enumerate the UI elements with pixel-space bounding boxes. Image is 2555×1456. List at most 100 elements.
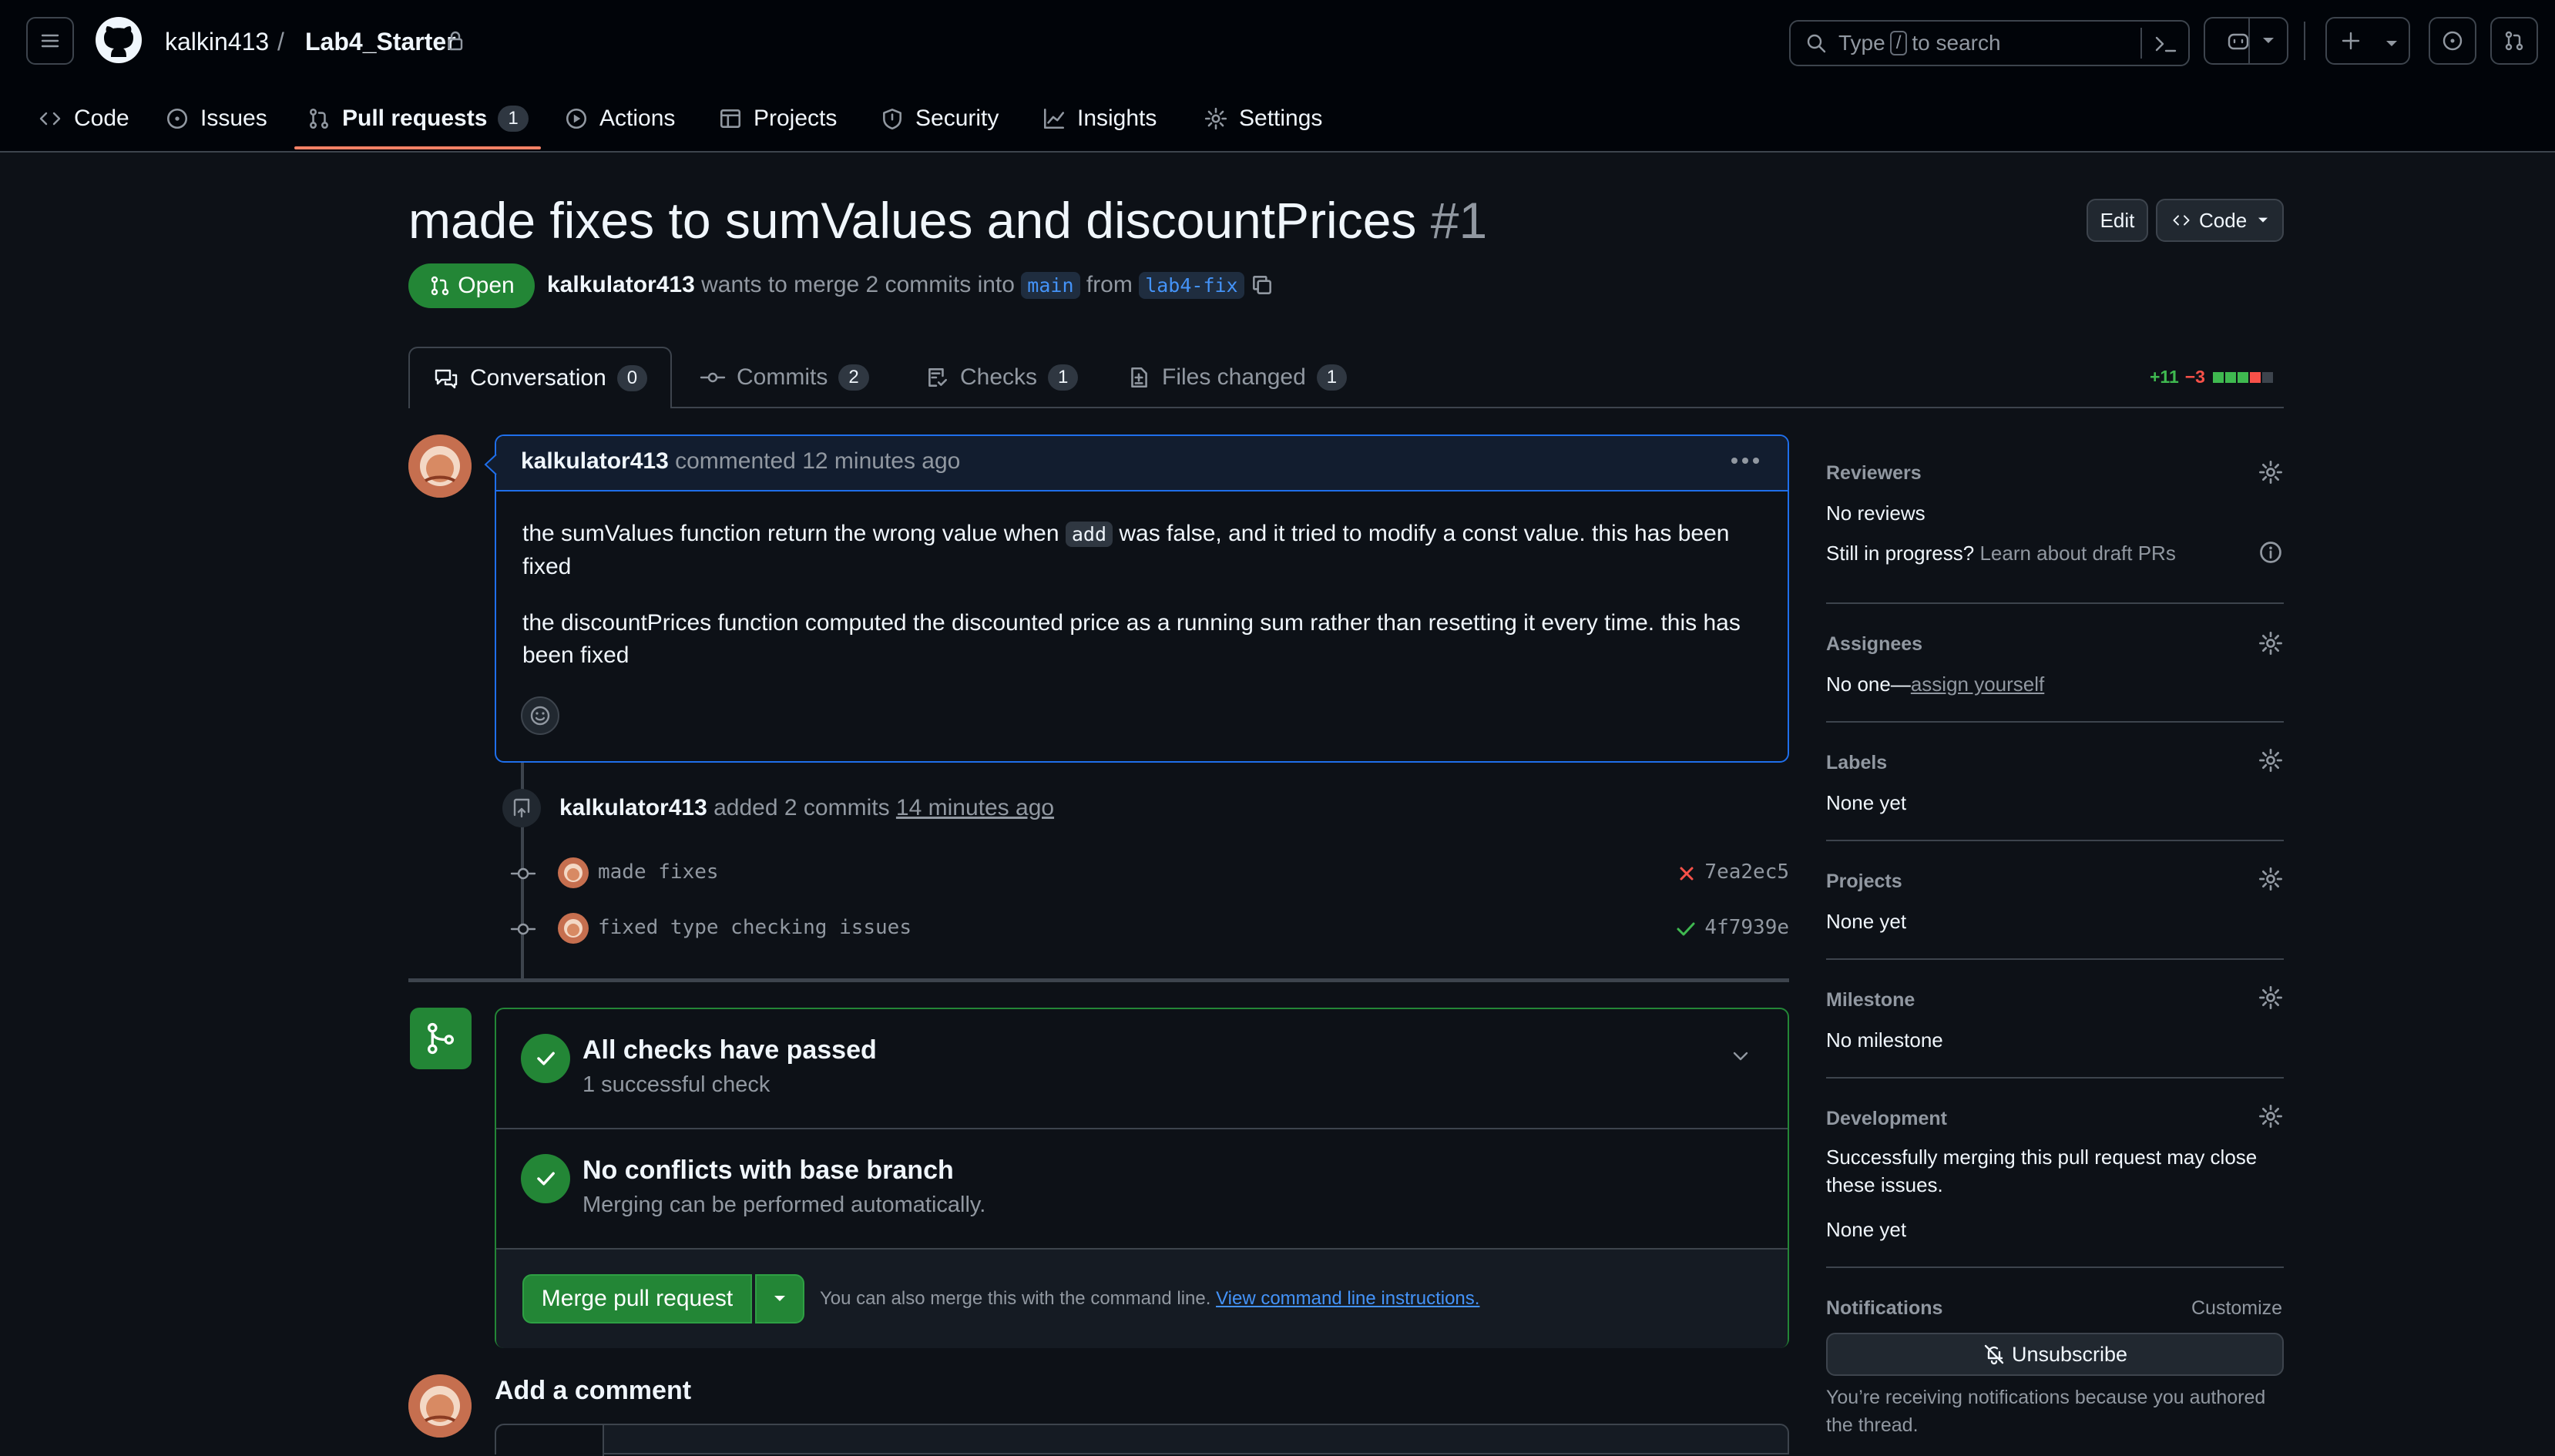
commits-event-header: kalkulator413 added 2 commits 14 minutes… — [559, 795, 1054, 821]
draft-pr-link[interactable]: Learn about draft PRs — [1979, 542, 2175, 565]
create-new-button[interactable] — [2325, 17, 2410, 65]
gear-icon[interactable] — [2258, 459, 2284, 485]
sidebar-assignees-heading[interactable]: Assignees — [1826, 633, 1922, 656]
nav-pull-requests[interactable]: Pull requests 1 — [307, 99, 529, 139]
issues-shortcut-button[interactable] — [2429, 17, 2476, 65]
copilot-button[interactable] — [2204, 17, 2288, 65]
pulls-shortcut-button[interactable] — [2490, 17, 2538, 65]
sidebar-reviewers-heading[interactable]: Reviewers — [1826, 462, 1922, 485]
avatar[interactable] — [558, 913, 589, 944]
customize-notifications-link[interactable]: Customize — [2191, 1297, 2282, 1320]
sidebar-notifications-heading: Notifications — [1826, 1297, 1943, 1319]
pr-description-comment: kalkulator413 commented 12 minutes ago t… — [495, 434, 1789, 763]
command-line-instructions-link[interactable]: View command line instructions. — [1216, 1288, 1479, 1309]
issue-icon — [2443, 31, 2463, 51]
avatar[interactable] — [408, 1374, 472, 1438]
sidebar-labels-heading[interactable]: Labels — [1826, 752, 1887, 774]
merge-method-dropdown[interactable] — [755, 1274, 804, 1323]
nav-projects[interactable]: Projects — [718, 99, 837, 139]
pull-request-icon — [310, 108, 328, 129]
merge-status-icon-box — [410, 1008, 472, 1069]
page-title: made fixes to sumValues and discountPric… — [408, 188, 1487, 253]
merge-pull-request-button[interactable]: Merge pull request — [522, 1274, 752, 1323]
sidebar-projects-heading[interactable]: Projects — [1826, 871, 1902, 893]
assign-yourself-link[interactable]: assign yourself — [1911, 673, 2044, 696]
info-icon[interactable] — [2258, 539, 2284, 565]
menu-button[interactable] — [26, 17, 74, 65]
nav-issues[interactable]: Issues — [165, 99, 267, 139]
unsubscribe-button[interactable]: Unsubscribe — [1826, 1333, 2284, 1376]
tab-commits[interactable]: Commits 2 — [700, 348, 869, 407]
tab-files-changed-count: 1 — [1316, 364, 1348, 391]
global-header: kalkin413 / Lab4_Starter Type / to searc… — [0, 0, 2555, 153]
pull-request-icon — [2505, 31, 2523, 51]
tab-checks-label: Checks — [960, 364, 1038, 390]
tab-checks[interactable]: Checks 1 — [925, 348, 1079, 407]
nav-settings[interactable]: Settings — [1204, 99, 1322, 139]
sidebar-development-value: None yet — [1826, 1218, 1907, 1241]
tab-files-changed[interactable]: Files changed 1 — [1126, 348, 1348, 407]
pr-number: #1 — [1430, 192, 1488, 249]
comment-paragraph-1: the sumValues function return the wrong … — [522, 518, 1755, 583]
gear-icon[interactable] — [2258, 630, 2284, 656]
sidebar-assignees-value: No one—assign yourself — [1826, 670, 2044, 698]
avatar[interactable] — [558, 857, 589, 888]
comment-text: was false, and it tried to modify a cons… — [1119, 521, 1730, 546]
add-reaction-button[interactable] — [521, 696, 559, 735]
gear-icon[interactable] — [2258, 1103, 2284, 1129]
inline-code: add — [1065, 522, 1113, 547]
tab-conversation[interactable]: Conversation 0 — [408, 347, 673, 408]
nav-code[interactable]: Code — [37, 99, 129, 139]
avatar[interactable] — [408, 434, 472, 498]
commit-message-link[interactable]: fixed type checking issues — [598, 916, 912, 939]
gear-icon[interactable] — [2258, 866, 2284, 892]
github-logo-icon[interactable] — [94, 15, 143, 65]
sidebar-divider — [1826, 840, 2284, 841]
commits-event-author[interactable]: kalkulator413 — [559, 795, 707, 820]
sidebar-milestone-heading[interactable]: Milestone — [1826, 989, 1915, 1011]
breadcrumb-owner[interactable]: kalkin413 — [165, 25, 269, 59]
merge-box: All checks have passed 1 successful chec… — [495, 1008, 1789, 1348]
play-icon — [566, 108, 587, 129]
chevron-down-icon — [2386, 41, 2397, 46]
head-branch-ref[interactable]: lab4-fix — [1139, 272, 1244, 299]
commits-event-time[interactable]: 14 minutes ago — [896, 795, 1054, 820]
comment-editor[interactable] — [495, 1424, 1789, 1456]
gear-icon[interactable] — [2258, 985, 2284, 1011]
comment-author-link[interactable]: kalkulator413 — [521, 448, 669, 474]
breadcrumb-repo[interactable]: Lab4_Starter — [305, 25, 456, 59]
checks-subtitle: 1 successful check — [583, 1072, 771, 1097]
commit-message-link[interactable]: made fixes — [598, 861, 719, 884]
chevron-down-icon[interactable] — [1729, 1045, 1752, 1068]
copy-icon[interactable] — [1250, 273, 1274, 297]
plus-icon — [2342, 32, 2360, 50]
command-palette-icon[interactable] — [2153, 32, 2179, 55]
nav-insights[interactable]: Insights — [1042, 99, 1157, 139]
search-icon — [1807, 34, 1826, 53]
check-icon[interactable] — [1675, 919, 1697, 939]
pr-title-text: made fixes to sumValues and discountPric… — [408, 192, 1417, 249]
edit-title-button[interactable]: Edit — [2087, 199, 2148, 242]
check-icon — [537, 1172, 555, 1186]
base-branch-ref[interactable]: main — [1021, 272, 1080, 299]
check-icon — [537, 1052, 555, 1065]
nav-security[interactable]: Security — [880, 99, 999, 139]
sidebar-milestone-value: No milestone — [1826, 1028, 1943, 1052]
sidebar-development-heading[interactable]: Development — [1826, 1108, 1947, 1130]
commit-sha-link[interactable]: 7ea2ec5 — [1704, 861, 1789, 884]
nav-actions[interactable]: Actions — [564, 99, 675, 139]
search-input[interactable]: Type / to search — [1789, 20, 2190, 66]
code-dropdown-button[interactable]: Code — [2156, 199, 2284, 242]
commit-sha-link[interactable]: 4f7939e — [1704, 916, 1789, 939]
lock-icon — [448, 31, 463, 51]
commit-icon — [510, 923, 536, 935]
draft-question: Still in progress? — [1826, 542, 1975, 565]
timeline-end-divider — [408, 978, 1789, 982]
comment-timestamp[interactable]: 12 minutes ago — [802, 448, 960, 474]
checklist-icon — [928, 368, 948, 387]
x-icon[interactable] — [1677, 864, 1697, 884]
gear-icon[interactable] — [2258, 747, 2284, 773]
pr-author-link[interactable]: kalkulator413 — [547, 272, 695, 297]
status-badge-label: Open — [458, 273, 515, 298]
kebab-menu-icon[interactable] — [1731, 456, 1760, 465]
